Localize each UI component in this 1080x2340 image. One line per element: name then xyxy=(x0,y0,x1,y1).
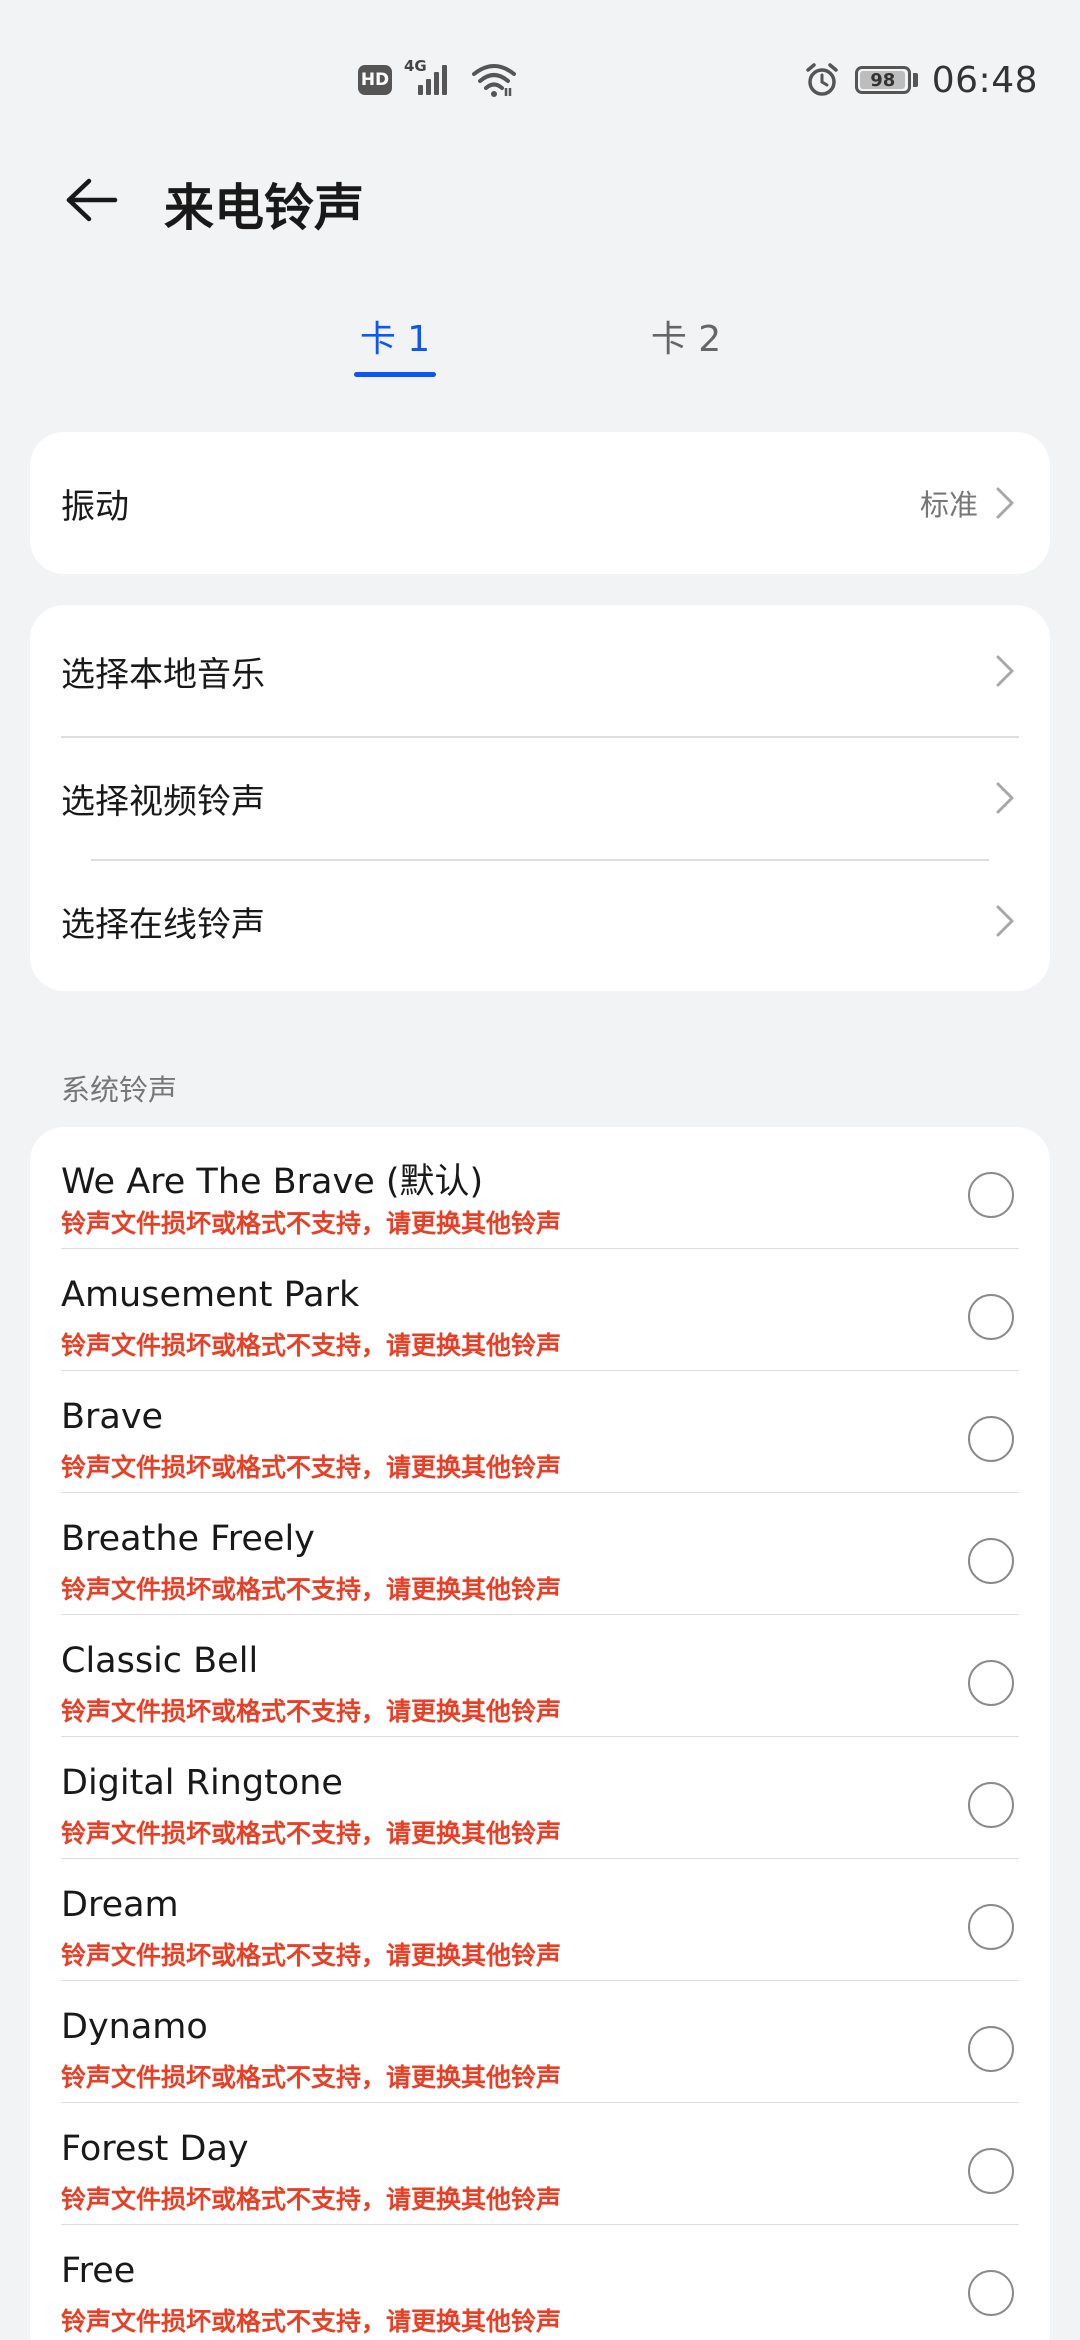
ringtone-error-message: 铃声文件损坏或格式不支持，请更换其他铃声 xyxy=(61,1697,562,1726)
ringtone-error-message: 铃声文件损坏或格式不支持，请更换其他铃声 xyxy=(61,1819,562,1848)
title-bar: 来电铃声 xyxy=(0,150,1080,250)
chevron-right-icon xyxy=(996,655,1014,687)
chevron-right-icon xyxy=(996,782,1014,814)
choose-online-ringtone-label: 选择在线铃声 xyxy=(61,904,265,945)
sim-tabs: 卡 1 卡 2 xyxy=(0,310,1080,390)
tab-sim2-label: 卡 2 xyxy=(650,319,722,360)
ringtone-radio[interactable] xyxy=(968,1782,1014,1828)
status-center: HD 4G xyxy=(358,57,516,102)
ringtone-error-message: 铃声文件损坏或格式不支持，请更换其他铃声 xyxy=(61,1331,562,1360)
battery-tip xyxy=(912,73,918,87)
ringtone-radio[interactable] xyxy=(968,1416,1014,1462)
system-ringtones-header: 系统铃声 xyxy=(61,1073,178,1107)
vibration-label: 振动 xyxy=(61,486,129,527)
ringtone-row[interactable]: Amusement Park 铃声文件损坏或格式不支持，请更换其他铃声 xyxy=(30,1249,1050,1371)
ringtone-radio[interactable] xyxy=(968,1538,1014,1584)
vibration-row[interactable]: 振动 标准 xyxy=(30,432,1050,574)
ringtone-name: Free xyxy=(61,2251,136,2291)
ringtone-name: Digital Ringtone xyxy=(61,1763,343,1803)
alarm-icon xyxy=(806,63,838,96)
ringtone-name: Amusement Park xyxy=(61,1275,360,1315)
ringtone-radio[interactable] xyxy=(968,2270,1014,2316)
ringtone-error-message: 铃声文件损坏或格式不支持，请更换其他铃声 xyxy=(61,1941,562,1970)
choose-local-music-label: 选择本地音乐 xyxy=(61,654,265,695)
ringtone-radio[interactable] xyxy=(968,1904,1014,1950)
ringtone-row[interactable]: Digital Ringtone 铃声文件损坏或格式不支持，请更换其他铃声 xyxy=(30,1737,1050,1859)
choose-video-ringtone-row[interactable]: 选择视频铃声 xyxy=(30,737,1050,859)
ringtone-row[interactable]: Dynamo 铃声文件损坏或格式不支持，请更换其他铃声 xyxy=(30,1981,1050,2103)
status-right: 98 06:48 xyxy=(803,56,1038,104)
vibration-card: 振动 标准 xyxy=(30,432,1050,574)
ringtone-source-card: 选择本地音乐 选择视频铃声 选择在线铃声 xyxy=(30,605,1050,991)
ringtone-row[interactable]: We Are The Brave (默认) 铃声文件损坏或格式不支持，请更换其他铃… xyxy=(30,1127,1050,1249)
battery-level: 98 xyxy=(870,69,896,91)
ringtone-radio[interactable] xyxy=(968,1294,1014,1340)
ringtone-row[interactable]: Free 铃声文件损坏或格式不支持，请更换其他铃声 xyxy=(30,2225,1050,2340)
choose-video-ringtone-label: 选择视频铃声 xyxy=(61,781,265,822)
ringtone-error-message: 铃声文件损坏或格式不支持，请更换其他铃声 xyxy=(61,1209,562,1238)
tab-sim1-label: 卡 1 xyxy=(359,319,431,360)
tab-indicator xyxy=(354,372,436,377)
tab-sim2[interactable]: 卡 2 xyxy=(645,310,727,380)
ringtone-name: Brave xyxy=(61,1397,164,1437)
chevron-right-icon xyxy=(996,487,1014,519)
battery-icon: 98 xyxy=(854,66,911,94)
ringtone-name: Forest Day xyxy=(61,2129,249,2169)
ringtone-error-message: 铃声文件损坏或格式不支持，请更换其他铃声 xyxy=(61,2063,562,2092)
ringtone-name: Dream xyxy=(61,1885,179,1925)
ringtone-radio[interactable] xyxy=(968,1660,1014,1706)
system-ringtone-list: We Are The Brave (默认) 铃声文件损坏或格式不支持，请更换其他铃… xyxy=(30,1127,1050,2340)
choose-online-ringtone-row[interactable]: 选择在线铃声 xyxy=(30,860,1050,982)
ringtone-row[interactable]: Classic Bell 铃声文件损坏或格式不支持，请更换其他铃声 xyxy=(30,1615,1050,1737)
ringtone-name: Breathe Freely xyxy=(61,1519,315,1559)
ringtone-row[interactable]: Breathe Freely 铃声文件损坏或格式不支持，请更换其他铃声 xyxy=(30,1493,1050,1615)
signal-icon: 4G xyxy=(404,57,460,101)
status-time: 06:48 xyxy=(931,59,1038,101)
ringtone-error-message: 铃声文件损坏或格式不支持，请更换其他铃声 xyxy=(61,1575,562,1604)
ringtone-radio[interactable] xyxy=(968,1172,1014,1218)
hd-icon: HD xyxy=(358,65,392,95)
ringtone-radio[interactable] xyxy=(968,2148,1014,2194)
ringtone-error-message: 铃声文件损坏或格式不支持，请更换其他铃声 xyxy=(61,2185,562,2214)
vibration-value: 标准 xyxy=(919,488,978,522)
ringtone-row[interactable]: Forest Day 铃声文件损坏或格式不支持，请更换其他铃声 xyxy=(30,2103,1050,2225)
ringtone-radio[interactable] xyxy=(968,2026,1014,2072)
ringtone-error-message: 铃声文件损坏或格式不支持，请更换其他铃声 xyxy=(61,2307,562,2336)
arrow-left-icon xyxy=(66,178,118,222)
ringtone-row[interactable]: Dream 铃声文件损坏或格式不支持，请更换其他铃声 xyxy=(30,1859,1050,1981)
ringtone-name: Dynamo xyxy=(61,2007,208,2047)
ringtone-row[interactable]: Brave 铃声文件损坏或格式不支持，请更换其他铃声 xyxy=(30,1371,1050,1493)
ringtone-name: Classic Bell xyxy=(61,1641,259,1681)
status-bar: HD 4G 98 06:48 xyxy=(0,0,1080,120)
wifi-icon xyxy=(472,64,516,97)
ringtone-name: We Are The Brave (默认) xyxy=(61,1162,484,1202)
screen: HD 4G 98 06:48 来电铃声 卡 1 卡 2 振动 标准 选择本地音乐… xyxy=(0,0,1080,2340)
ringtone-error-message: 铃声文件损坏或格式不支持，请更换其他铃声 xyxy=(61,1453,562,1482)
back-button[interactable] xyxy=(56,170,126,230)
choose-local-music-row[interactable]: 选择本地音乐 xyxy=(30,605,1050,737)
page-title: 来电铃声 xyxy=(164,179,364,237)
tab-sim1[interactable]: 卡 1 xyxy=(354,310,436,380)
chevron-right-icon xyxy=(996,905,1014,937)
